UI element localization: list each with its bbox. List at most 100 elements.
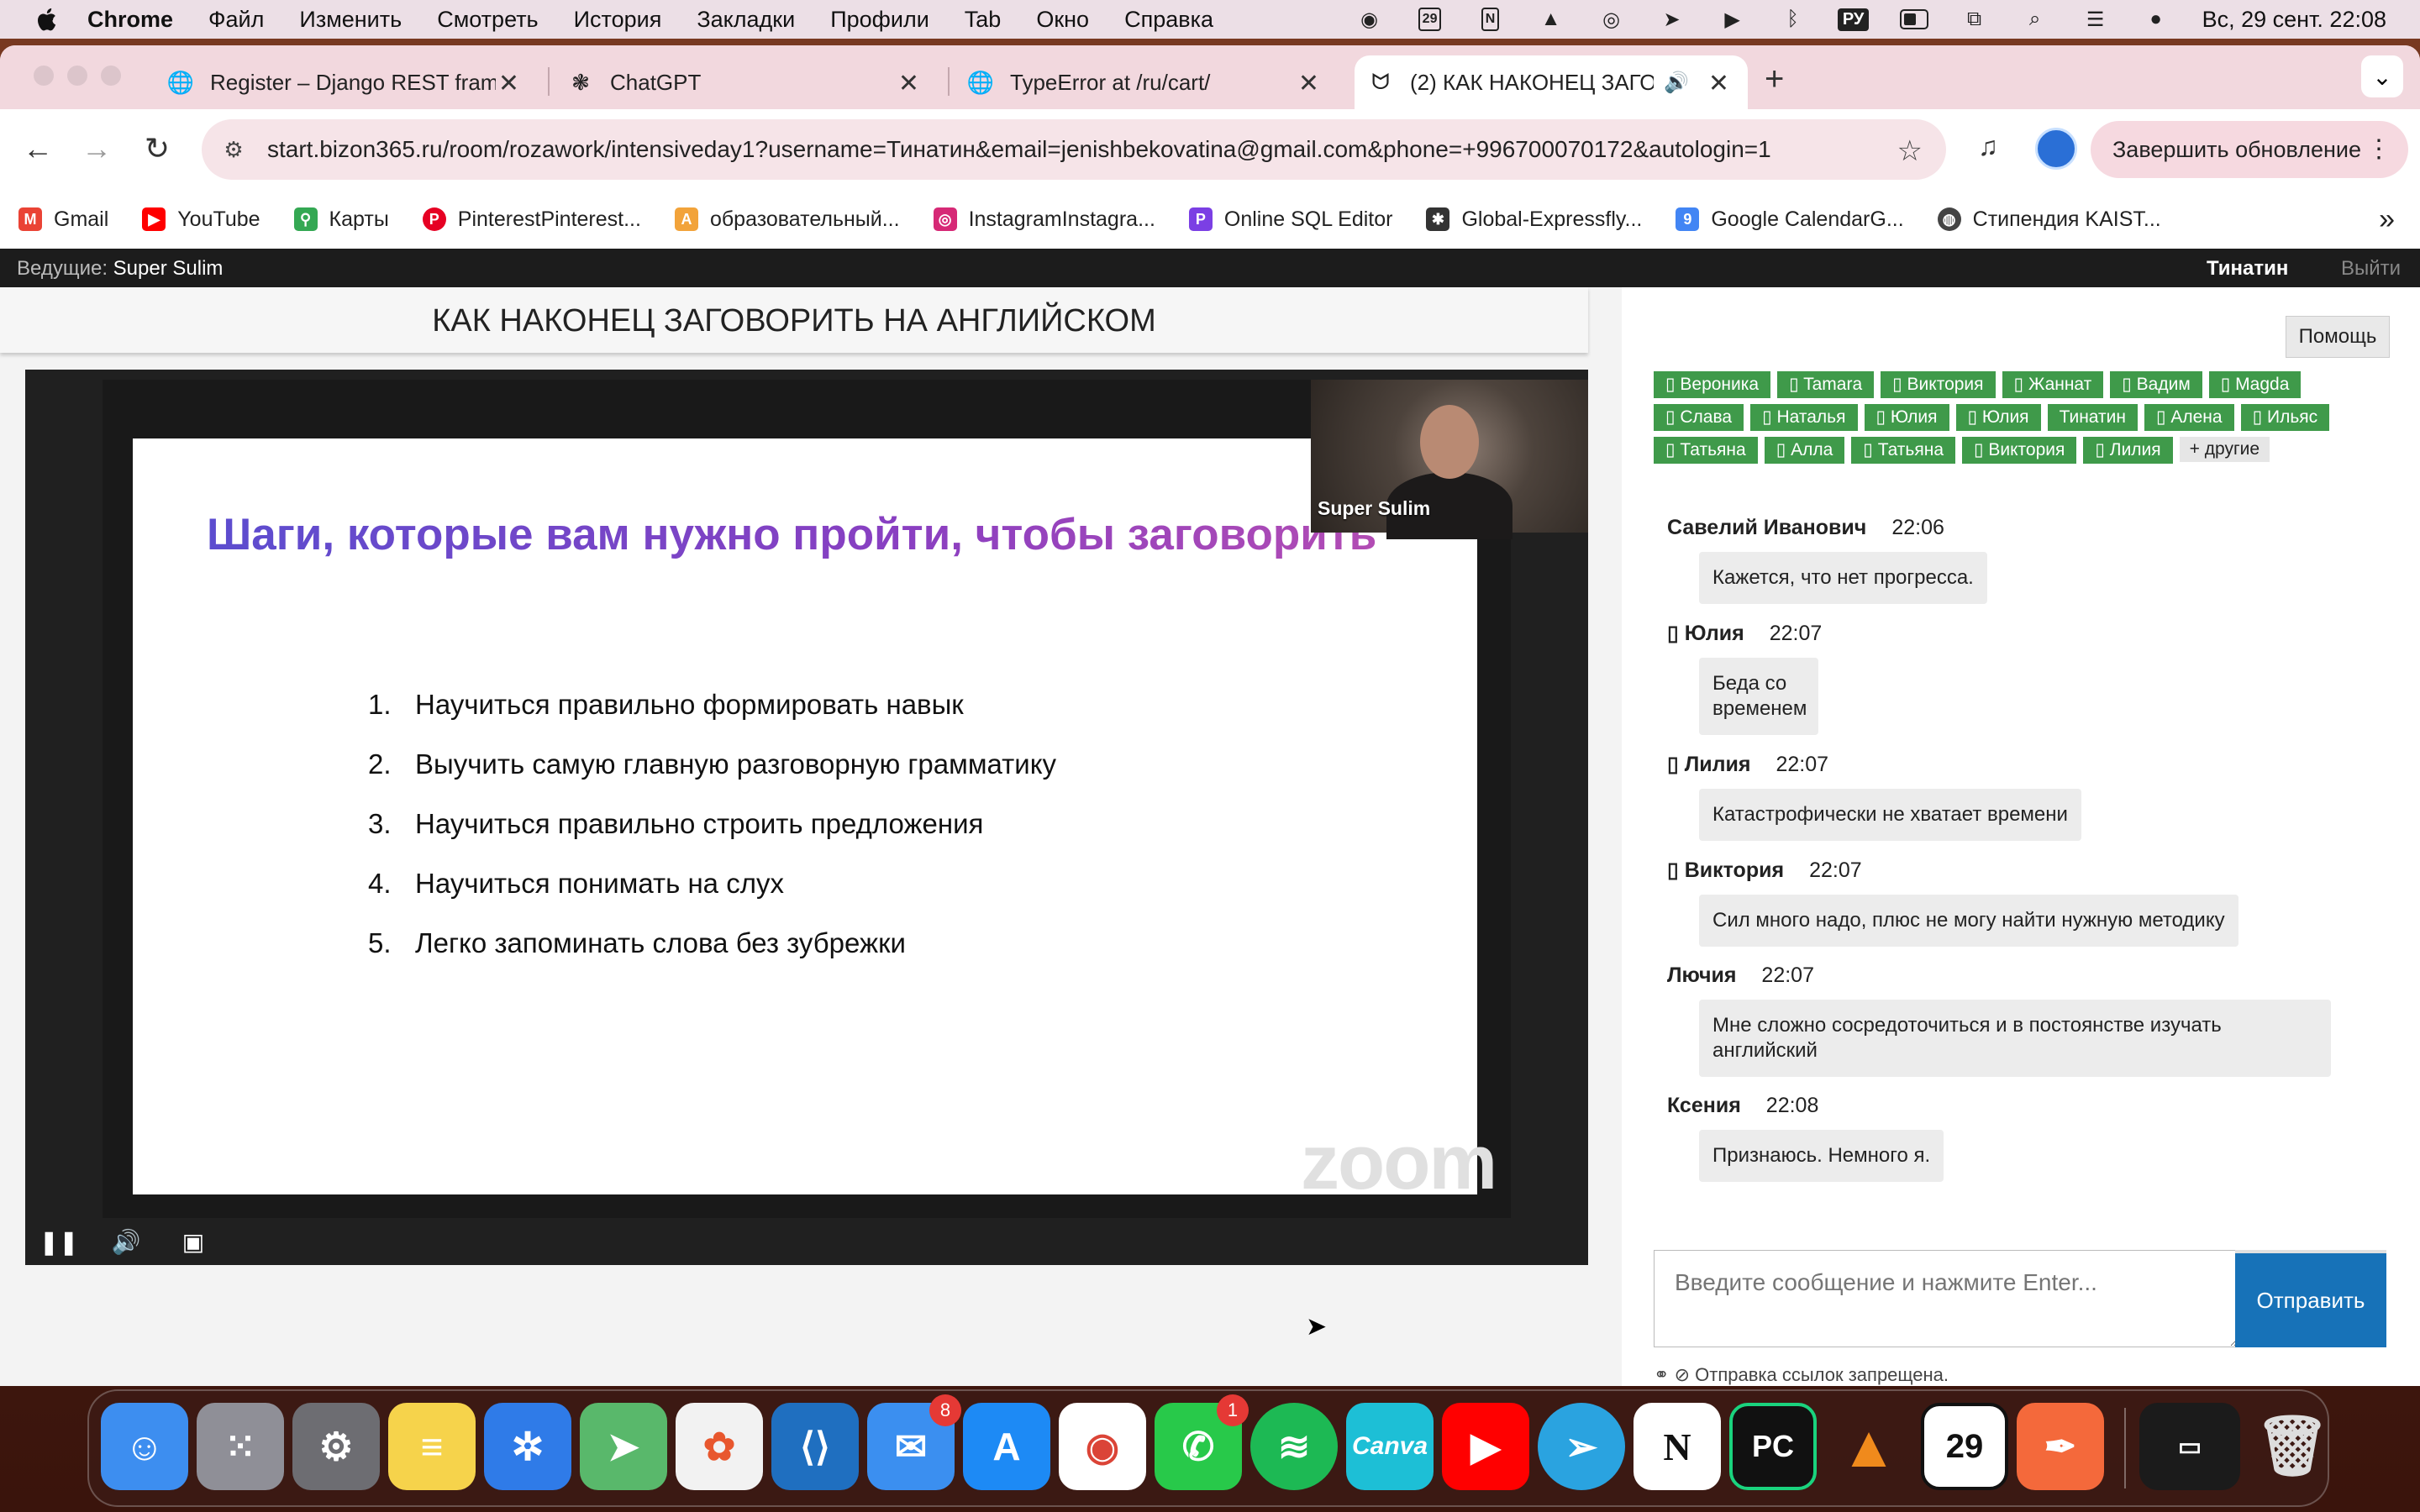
finish-update-button[interactable]: Завершить обновление ⋮ [2091,121,2408,178]
forward-arrow-icon[interactable]: → [77,129,116,168]
profile-avatar[interactable] [2035,128,2077,170]
notion-status-icon[interactable]: N [1476,7,1505,32]
viewer-badge[interactable]: ▯ Слава [1654,404,1744,431]
message-author[interactable]: Лючия [1667,963,1736,987]
tab-search-button[interactable]: ⌄ [2361,55,2403,97]
close-tab-icon[interactable]: ✕ [1298,69,1319,98]
audio-playing-icon[interactable]: 🔊 [1664,71,1689,95]
screen-mirroring-icon[interactable]: ⧉ [1960,7,1989,32]
spotlight-search-icon[interactable]: ⌕ [2021,7,2049,32]
viewer-badge[interactable]: ▯ Юлия [1955,404,2041,431]
telegram-icon[interactable]: ➢ [1538,1403,1625,1490]
bluetooth-icon[interactable]: ᛒ [1779,7,1807,32]
app-store-icon[interactable]: A [963,1403,1050,1490]
viewer-badge[interactable]: ▯ Виктория [1881,371,1996,398]
logout-link[interactable]: Выйти [2341,257,2401,281]
menu-window[interactable]: Окно [1036,7,1089,33]
launchpad-icon[interactable]: ⁙ [197,1403,284,1490]
menu-help[interactable]: Справка [1124,7,1213,33]
accessibility-icon[interactable]: ◉ [1355,7,1384,32]
screenshot-icon[interactable]: ▭ [2139,1403,2240,1490]
video-player[interactable]: Шаги, которые вам нужно пройти, чтобы за… [25,370,1588,1265]
input-source-icon[interactable]: РУ [1837,7,1870,32]
send-button[interactable]: Отправить [2235,1250,2386,1347]
menu-edit[interactable]: Изменить [299,7,402,33]
tab-django[interactable]: 🌐 Register – Django REST framework ✕ [167,55,538,109]
chrome-icon[interactable]: ◉ [1059,1403,1146,1490]
message-author[interactable]: Ксения [1667,1094,1741,1117]
viewer-badge[interactable]: ▯ Вадим [2110,371,2202,398]
help-button[interactable]: Помощь [2286,316,2390,358]
media-controls-icon[interactable]: ♫ [1978,131,1998,162]
close-tab-icon[interactable]: ✕ [1708,69,1729,98]
vlc-status-icon[interactable]: ▲ [1537,7,1565,32]
tab-webinar[interactable]: ᗢ (2) КАК НАКОНЕЦ ЗАГОВОРИТЬ НА АНГЛИЙСК… [1355,55,1748,109]
maximize-window-button[interactable] [101,66,121,86]
close-tab-icon[interactable]: ✕ [898,69,919,98]
pause-icon[interactable]: ❚❚ [39,1226,79,1257]
bookmark-education[interactable]: A образовательный... [674,207,900,232]
minimize-window-button[interactable] [67,66,87,86]
bookmark-gmail[interactable]: M Gmail [18,207,108,232]
viewer-badge[interactable]: ▯ Magda [2208,371,2302,398]
more-menu-icon[interactable]: ⋮ [2366,134,2391,164]
mail-icon[interactable]: ✉ 8 [867,1394,961,1490]
viewer-badge[interactable]: ▯ Виктория [1962,437,2077,464]
site-settings-icon[interactable]: ⚙ [218,134,249,165]
battery-icon[interactable] [1899,7,1928,32]
bookmark-google-calendar[interactable]: 9 Google CalendarG... [1676,207,1904,232]
calendar-status-icon[interactable]: 29 [1416,7,1444,32]
control-center-icon[interactable]: ☰ [2081,7,2110,32]
pycharm-icon[interactable]: PC [1729,1403,1817,1490]
trash-icon[interactable]: 🗑 [2249,1403,2336,1490]
finder-icon[interactable]: ☺ [101,1403,188,1490]
menu-view[interactable]: Смотреть [437,7,538,33]
bookmark-pinterest[interactable]: P PinterestPinterest... [422,207,641,232]
vscode-icon[interactable]: ⟨⟩ [771,1403,859,1490]
navigation-icon[interactable]: ➤ [1658,7,1686,32]
bookmark-star-icon[interactable]: ☆ [1897,134,1923,168]
menu-app-name[interactable]: Chrome [87,7,173,33]
menu-tab[interactable]: Tab [965,7,1002,33]
menu-history[interactable]: История [574,7,662,33]
viewer-badge[interactable]: ▯ Наталья [1750,404,1858,431]
viewer-badge[interactable]: ▯ Татьяна [1851,437,1955,464]
pen-app-icon[interactable]: ✒ [2017,1403,2104,1490]
close-window-button[interactable] [34,66,54,86]
safari-icon[interactable]: ✲ [484,1403,571,1490]
photos-icon[interactable]: ✿ [676,1403,763,1490]
viewer-badge[interactable]: ▯ Ильяс [2240,404,2330,431]
bookmark-global-express[interactable]: ✱ Global-Expressfly... [1426,207,1642,232]
notes-icon[interactable]: ≡ [388,1403,476,1490]
reload-icon[interactable]: ↻ [138,129,176,168]
youtube-app-icon[interactable]: ▶ [1442,1403,1529,1490]
viewer-badge[interactable]: ▯ Юлия [1864,404,1949,431]
bookmark-youtube[interactable]: ▶ YouTube [142,207,260,232]
more-viewers-button[interactable]: + другие [2179,437,2270,462]
whatsapp-icon[interactable]: ✆ 1 [1155,1394,1249,1490]
chat-message-input[interactable] [1654,1250,2238,1347]
apple-logo-icon[interactable] [34,6,59,33]
spotify-icon[interactable]: ≋ [1250,1403,1338,1490]
menu-bookmarks[interactable]: Закладки [697,7,795,33]
viewer-badge[interactable]: ▯ Жаннат [2002,371,2104,398]
notion-icon[interactable]: N [1634,1403,1721,1490]
viewer-badge[interactable]: ▯ Tamara [1777,371,1875,398]
calendar-app-icon[interactable]: 29 [1921,1403,2008,1490]
picture-in-picture-icon[interactable]: ▣ [178,1226,208,1257]
viewer-badge[interactable]: ▯ Вероника [1654,371,1771,398]
menu-bar-clock[interactable]: Вс, 29 сент. 22:08 [2202,7,2386,33]
viewer-badge[interactable]: ▯ Татьяна [1654,437,1758,464]
new-tab-button[interactable]: + [1765,60,1784,98]
canva-icon[interactable]: Canva [1346,1403,1434,1490]
viewer-badge[interactable]: ▯ Алена [2144,404,2234,431]
play-status-icon[interactable]: ▶ [1718,7,1747,32]
bookmark-sql-editor[interactable]: P Online SQL Editor [1188,207,1392,232]
bookmark-kaist[interactable]: ◍ Стипендия KAIST... [1937,207,2161,232]
viewer-badge[interactable]: ▯ Алла [1764,437,1845,464]
vlc-icon[interactable]: ▲ [1825,1403,1912,1490]
volume-icon[interactable]: 🔊 [111,1226,141,1257]
viewer-badge[interactable]: ▯ Лилия [2083,437,2173,464]
bookmark-maps[interactable]: ⚲ Карты [293,207,389,232]
system-settings-icon[interactable]: ⚙ [292,1403,380,1490]
